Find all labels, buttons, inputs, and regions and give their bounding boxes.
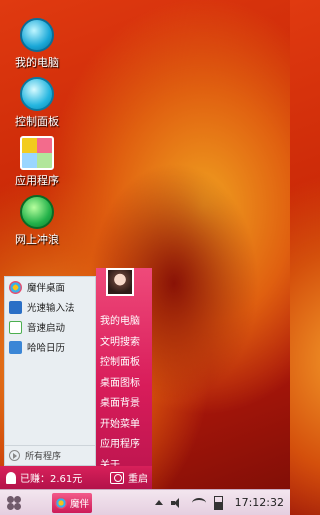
desktop-icon-label: 网上冲浪 xyxy=(15,233,59,246)
taskbar-item-mobao[interactable]: 魔伴 xyxy=(52,492,93,513)
desktop-icon-browser[interactable]: 网上冲浪 xyxy=(6,195,68,247)
menu-item-label: 哈哈日历 xyxy=(27,343,66,354)
clock[interactable]: 17:12:32 xyxy=(235,496,284,509)
desktop-icon-label: 我的电脑 xyxy=(15,56,59,69)
desktop-icon-control-panel[interactable]: 控制面板 xyxy=(6,77,68,129)
arrow-right-icon xyxy=(9,450,20,461)
input-method-icon xyxy=(9,300,22,314)
mobao-desktop-icon xyxy=(55,496,67,509)
restart-button[interactable]: 重启 xyxy=(110,470,148,485)
start-menu-footer: 已赚：2.61元 重启 xyxy=(0,466,152,489)
battery-icon[interactable] xyxy=(213,495,223,510)
menu-link-desktop-icons[interactable]: 桌面图标 xyxy=(100,374,152,395)
restart-label: 重启 xyxy=(128,474,148,485)
menu-link-my-computer[interactable]: 我的电脑 xyxy=(100,312,152,333)
menu-link-apps[interactable]: 应用程序 xyxy=(100,435,152,456)
desktop-icon-label: 控制面板 xyxy=(15,115,59,128)
computer-icon xyxy=(20,18,54,52)
flower-icon xyxy=(7,495,21,510)
apps-icon xyxy=(20,136,54,170)
desktop-icon-my-computer[interactable]: 我的电脑 xyxy=(6,18,68,70)
start-menu-left-panel: 魔伴桌面 光速输入法 音速启动 哈哈日历 所有程序 xyxy=(4,276,96,466)
control-panel-icon xyxy=(20,77,54,111)
menu-item-label: 魔伴桌面 xyxy=(27,283,66,294)
browser-icon xyxy=(20,195,54,229)
wifi-icon[interactable] xyxy=(191,497,206,508)
avatar[interactable] xyxy=(106,268,134,296)
mobao-desktop-icon xyxy=(9,280,22,294)
start-menu: 魔伴桌面 光速输入法 音速启动 哈哈日历 所有程序 我的电脑 文明搜索 控制面板… xyxy=(0,268,152,489)
system-tray: 17:12:32 xyxy=(154,495,284,510)
tray-expand-icon[interactable] xyxy=(154,500,163,505)
menu-link-search[interactable]: 文明搜索 xyxy=(100,333,152,354)
menu-item-input-method[interactable]: 光速输入法 xyxy=(5,297,95,317)
menu-link-control-panel[interactable]: 控制面板 xyxy=(100,353,152,374)
menu-item-calendar[interactable]: 哈哈日历 xyxy=(5,337,95,357)
menu-item-label: 光速输入法 xyxy=(27,303,75,314)
start-button[interactable] xyxy=(0,491,28,515)
menu-item-mobao-desktop[interactable]: 魔伴桌面 xyxy=(5,277,95,297)
taskbar: 魔伴 17:12:32 xyxy=(0,489,290,515)
start-menu-right-list: 我的电脑 文明搜索 控制面板 桌面图标 桌面背景 开始菜单 应用程序 关于.. xyxy=(100,312,152,476)
power-icon xyxy=(110,471,124,484)
user-icon xyxy=(6,471,16,484)
earned-amount: 已赚：2.61元 xyxy=(20,474,83,485)
menu-link-desktop-background[interactable]: 桌面背景 xyxy=(100,394,152,415)
calendar-icon xyxy=(9,340,22,354)
volume-icon[interactable] xyxy=(170,497,184,508)
all-programs-button[interactable]: 所有程序 xyxy=(5,445,95,465)
desktop-icon-label: 应用程序 xyxy=(15,174,59,187)
taskbar-item-label: 魔伴 xyxy=(70,498,90,510)
menu-link-start-menu[interactable]: 开始菜单 xyxy=(100,415,152,436)
desktop-icon-apps[interactable]: 应用程序 xyxy=(6,136,68,188)
all-programs-label: 所有程序 xyxy=(25,452,62,462)
menu-item-quick-launch[interactable]: 音速启动 xyxy=(5,317,95,337)
quick-launch-icon xyxy=(9,320,22,334)
menu-item-label: 音速启动 xyxy=(27,323,66,334)
